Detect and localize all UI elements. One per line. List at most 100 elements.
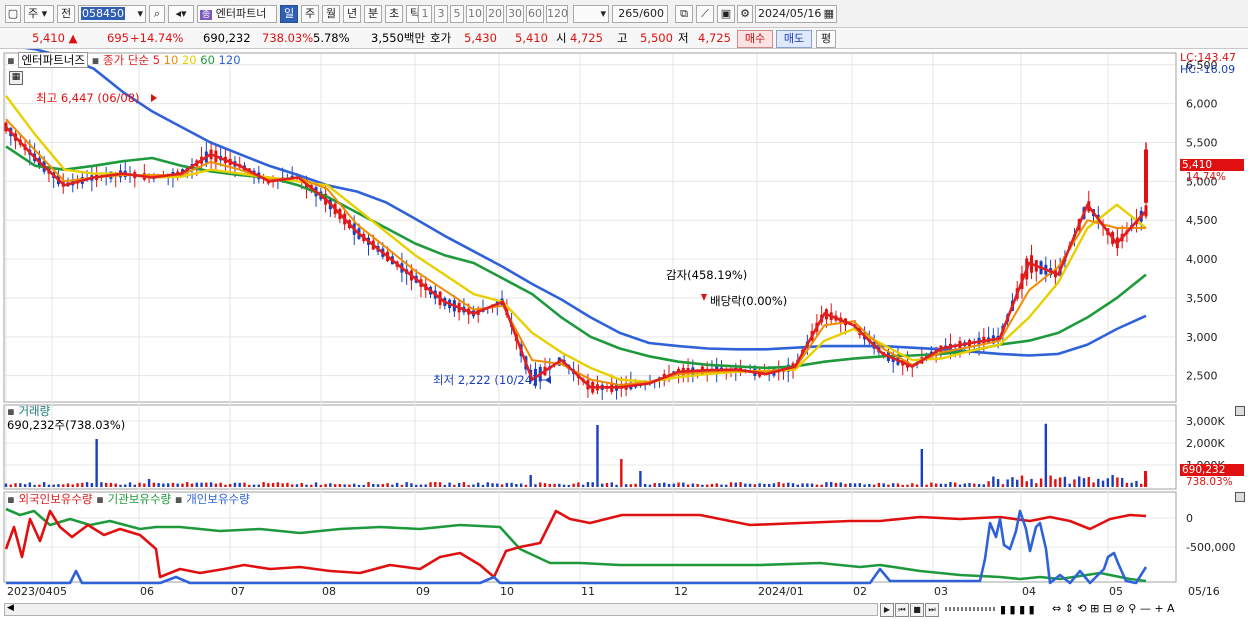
save-icon[interactable]: ▣: [717, 5, 735, 23]
chart-tools-icon[interactable]: ⧉: [675, 5, 693, 23]
volume-bar: [539, 482, 542, 487]
volume-bar: [162, 483, 165, 487]
interval-tab-120[interactable]: 120: [546, 5, 568, 23]
interval-tab-5[interactable]: 5: [450, 5, 464, 23]
price-panel-frame: [3, 52, 1177, 403]
chart-tool-icons[interactable]: ⇔ ⇕ ⟲ ⊞ ⊟ ⊘ ⚲ — + A: [1052, 602, 1175, 616]
volume-bar: [820, 484, 823, 487]
volume-bar: [806, 483, 809, 487]
volume-bar: [324, 484, 327, 487]
volume-bar: [152, 482, 156, 487]
chart-canvas[interactable]: 6,5006,0005,5005,0004,5004,0003,5003,000…: [0, 49, 1248, 621]
volume-bar: [28, 482, 32, 487]
volume-bar: [405, 482, 408, 487]
volume-bar: [305, 484, 308, 487]
period-tab-2[interactable]: 월: [322, 5, 340, 23]
volume-bar: [548, 483, 551, 487]
horizontal-scrollbar[interactable]: ◀: [4, 603, 878, 616]
avg-button[interactable]: 평: [816, 30, 836, 48]
sound-icon[interactable]: ◂▾: [168, 5, 194, 23]
jump-first-icon[interactable]: ⏮: [895, 603, 909, 617]
calendar-icon[interactable]: ▦: [9, 71, 23, 85]
volume-bar: [510, 482, 513, 487]
close-icon[interactable]: [1235, 492, 1245, 502]
date-field[interactable]: 2024/05/16 ▦: [755, 5, 837, 23]
volume-bar: [963, 483, 966, 487]
volume-bar: [295, 484, 299, 487]
market-select[interactable]: 주 ▾: [24, 5, 54, 23]
interval-tab-3[interactable]: 3: [434, 5, 448, 23]
volume-bar: [42, 482, 46, 487]
volume-bar: [85, 482, 89, 487]
volume-bar: [143, 483, 146, 487]
period-tab-0[interactable]: 일: [280, 5, 298, 23]
search-icon[interactable]: ⌕: [149, 5, 165, 23]
volume-bar: [386, 483, 389, 487]
volume-bar: [787, 482, 790, 487]
stock-name-field[interactable]: 종 엔터파트너: [197, 5, 277, 23]
sell-button[interactable]: 매도: [776, 30, 812, 48]
period-tab-3[interactable]: 년: [343, 5, 361, 23]
volume-bar: [987, 481, 990, 487]
volume-bar: [1001, 484, 1005, 487]
interval-dropdown[interactable]: ▾: [573, 5, 609, 23]
volume-bar: [19, 483, 22, 487]
window-icon[interactable]: ▢: [5, 5, 21, 23]
interval-tab-1[interactable]: 1: [418, 5, 432, 23]
volume-bar: [1082, 478, 1086, 487]
buy-button[interactable]: 매수: [737, 30, 773, 48]
gear-icon[interactable]: ⚙: [737, 5, 753, 23]
x-axis-label: 08: [322, 585, 336, 598]
volume-bar: [748, 483, 752, 487]
scroll-left-icon[interactable]: ◀: [7, 603, 14, 613]
prev-button[interactable]: 전: [57, 5, 75, 23]
jump-last-icon[interactable]: ⏭: [925, 603, 939, 617]
low-price: 4,725: [698, 31, 731, 45]
volume-bar: [181, 483, 184, 487]
volume-tag: 690,232: [1180, 464, 1244, 476]
period-tab-5[interactable]: 초: [385, 5, 403, 23]
volume-bar: [696, 483, 699, 487]
scroll-right-icon[interactable]: ▶: [880, 603, 894, 617]
scale-slider[interactable]: [945, 607, 995, 611]
volume-bar: [524, 484, 528, 487]
volume-bar: [228, 483, 232, 487]
volume-bar: [147, 479, 151, 487]
interval-tab-60[interactable]: 60: [526, 5, 544, 23]
volume-bar: [863, 484, 866, 487]
interval-tab-10[interactable]: 10: [466, 5, 484, 23]
volume-bar: [491, 483, 494, 487]
drawing-icon[interactable]: ⟋: [696, 5, 714, 23]
price-value: 5,410: [32, 31, 65, 45]
volume-pct-tag: 738.03%: [1186, 476, 1233, 488]
x-axis-label: 02: [853, 585, 867, 598]
close-icon[interactable]: [1235, 406, 1245, 416]
period-tab-4[interactable]: 분: [364, 5, 382, 23]
volume-bar: [567, 484, 571, 487]
volume-bar: [739, 482, 742, 487]
x-axis-label: 11: [581, 585, 595, 598]
volume-bar: [891, 483, 895, 487]
volume-bar: [667, 483, 671, 487]
ma-legend-5: 5: [152, 53, 161, 67]
interval-tab-30[interactable]: 30: [506, 5, 524, 23]
volume-bar: [944, 483, 947, 487]
volume-bar: [629, 484, 633, 487]
volume-bar: [424, 484, 427, 487]
volume-bar: [252, 484, 256, 487]
interval-tab-20[interactable]: 20: [486, 5, 504, 23]
stop-icon[interactable]: ■: [910, 603, 924, 617]
volume-bar: [166, 483, 170, 487]
volume-bar: [381, 484, 385, 487]
volume-bar: [610, 482, 613, 487]
code-input[interactable]: 058450 ▾: [78, 5, 146, 23]
volume-bar: [505, 482, 509, 487]
volume-bar: [195, 482, 198, 487]
volume-bar: [262, 482, 265, 487]
volume-bar: [14, 483, 17, 487]
pct-tag: 14.74%: [1186, 171, 1227, 183]
period-tab-1[interactable]: 주: [301, 5, 319, 23]
count-field[interactable]: 265/600: [612, 5, 668, 23]
x-axis-label: 06: [140, 585, 154, 598]
x-axis-label: 05: [1109, 585, 1123, 598]
